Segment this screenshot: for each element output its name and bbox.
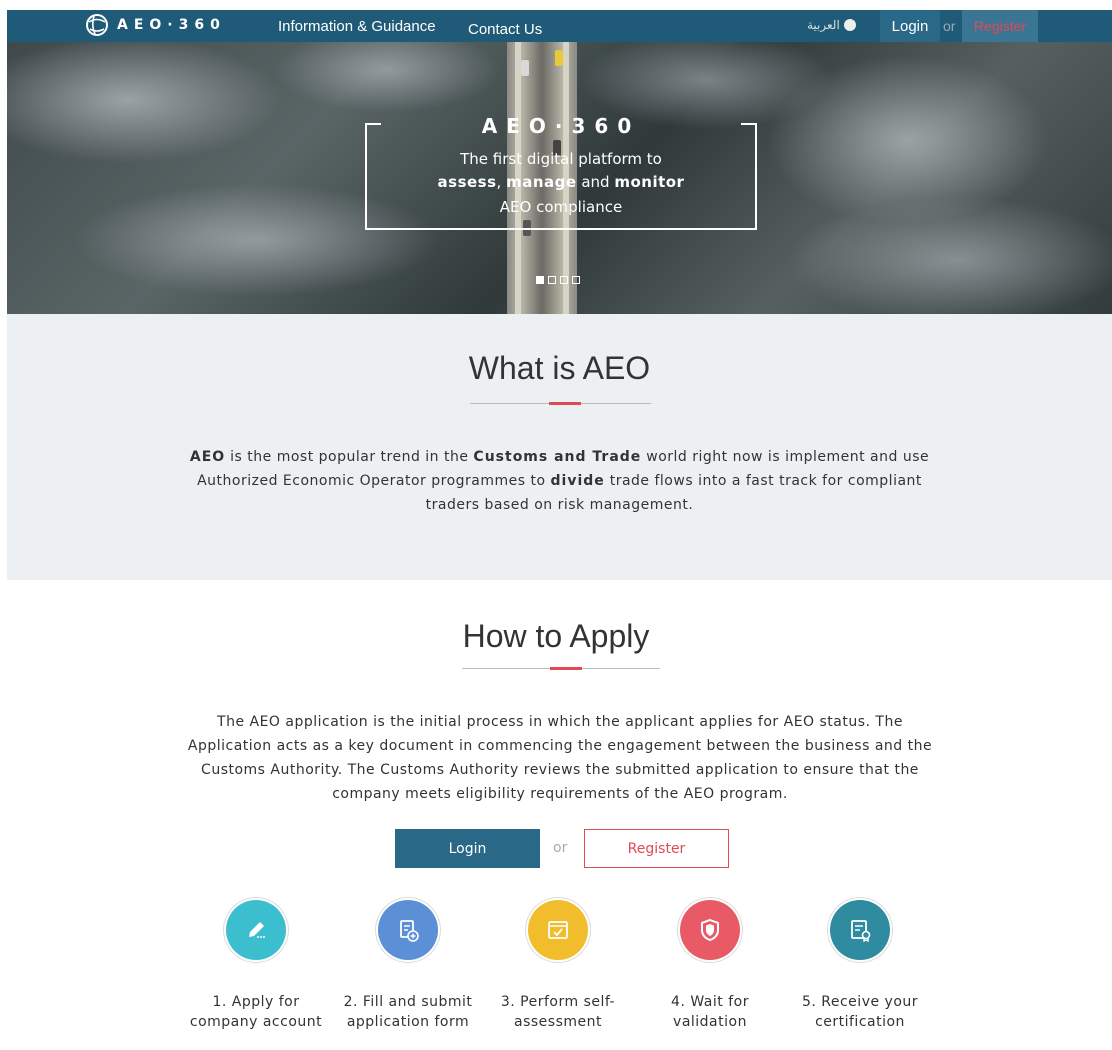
step-apply-account: 1. Apply for company account	[186, 900, 326, 1032]
nav-link-contact-us[interactable]: Contact Us	[468, 21, 542, 38]
section-title-how-to-apply: How to Apply	[462, 618, 650, 654]
hero-word-manage: manage	[506, 173, 577, 191]
language-switch[interactable]: العربية	[807, 18, 856, 32]
step-fill-form: 2. Fill and submit application form	[338, 900, 478, 1032]
hero-tagline-1: The first digital platform to	[460, 150, 662, 168]
how-to-apply-text: The AEO application is the initial proce…	[187, 714, 933, 802]
hero-word-assess: assess	[437, 173, 497, 191]
nav-register-button[interactable]: Register	[962, 10, 1038, 42]
hero-title: AEO·360	[481, 114, 641, 138]
step-certification: 5. Receive your certification	[790, 900, 930, 1032]
nav-login-button[interactable]: Login	[880, 10, 940, 42]
car-image	[555, 50, 563, 66]
hero-word-and: and	[576, 173, 615, 191]
top-navbar: AEO·360 Information & Guidance Contact U…	[7, 10, 1112, 42]
title-divider-accent	[550, 667, 582, 670]
text-fragment: is the most popular trend in the	[225, 449, 474, 465]
carousel-dot-3[interactable]	[560, 276, 568, 284]
edit-icon	[226, 900, 286, 960]
logo[interactable]: AEO·360	[85, 13, 226, 37]
step-label: 1. Apply for company account	[189, 994, 323, 1030]
hero-word-monitor: monitor	[614, 173, 685, 191]
hero-comma: ,	[496, 173, 507, 191]
carousel-indicators	[536, 276, 580, 284]
form-add-icon	[378, 900, 438, 960]
hero-tagline-2: assess, manage and monitor	[365, 173, 757, 191]
step-label: 4. Wait for validation	[671, 994, 749, 1030]
checklist-icon	[528, 900, 588, 960]
language-label: العربية	[807, 18, 840, 32]
step-label: 2. Fill and submit application form	[343, 994, 473, 1030]
or-text: or	[553, 840, 568, 856]
step-label: 3. Perform self-assessment	[500, 994, 616, 1030]
step-validation: 4. Wait for validation	[640, 900, 780, 1032]
nav-or-text: or	[943, 18, 956, 34]
section-title-what-is-aeo: What is AEO	[468, 350, 651, 386]
shield-icon	[680, 900, 740, 960]
what-is-aeo-text: AEO is the most popular trend in the Cus…	[177, 445, 942, 517]
carousel-dot-1[interactable]	[536, 276, 544, 284]
title-divider-accent	[549, 402, 581, 405]
globe-logo-icon	[86, 14, 108, 36]
car-image	[521, 60, 529, 76]
hero-carousel: AEO·360 The first digital platform to as…	[7, 10, 1112, 314]
register-button[interactable]: Register	[584, 829, 729, 868]
hero-tagline-3: AEO compliance	[499, 198, 623, 216]
text-emphasis: AEO	[189, 449, 226, 465]
what-is-aeo-section: What is AEO AEO is the most popular tren…	[7, 314, 1112, 580]
step-label: 5. Receive your certification	[801, 994, 919, 1030]
carousel-dot-4[interactable]	[572, 276, 580, 284]
text-emphasis: divide	[550, 473, 605, 489]
login-button[interactable]: Login	[395, 829, 540, 868]
globe-icon	[843, 19, 856, 31]
text-emphasis: Customs and Trade	[473, 449, 642, 465]
nav-link-information-guidance[interactable]: Information & Guidance	[278, 18, 436, 35]
step-self-assessment: 3. Perform self-assessment	[488, 900, 628, 1032]
certificate-icon	[830, 900, 890, 960]
carousel-dot-2[interactable]	[548, 276, 556, 284]
logo-text: AEO·360	[117, 17, 226, 33]
